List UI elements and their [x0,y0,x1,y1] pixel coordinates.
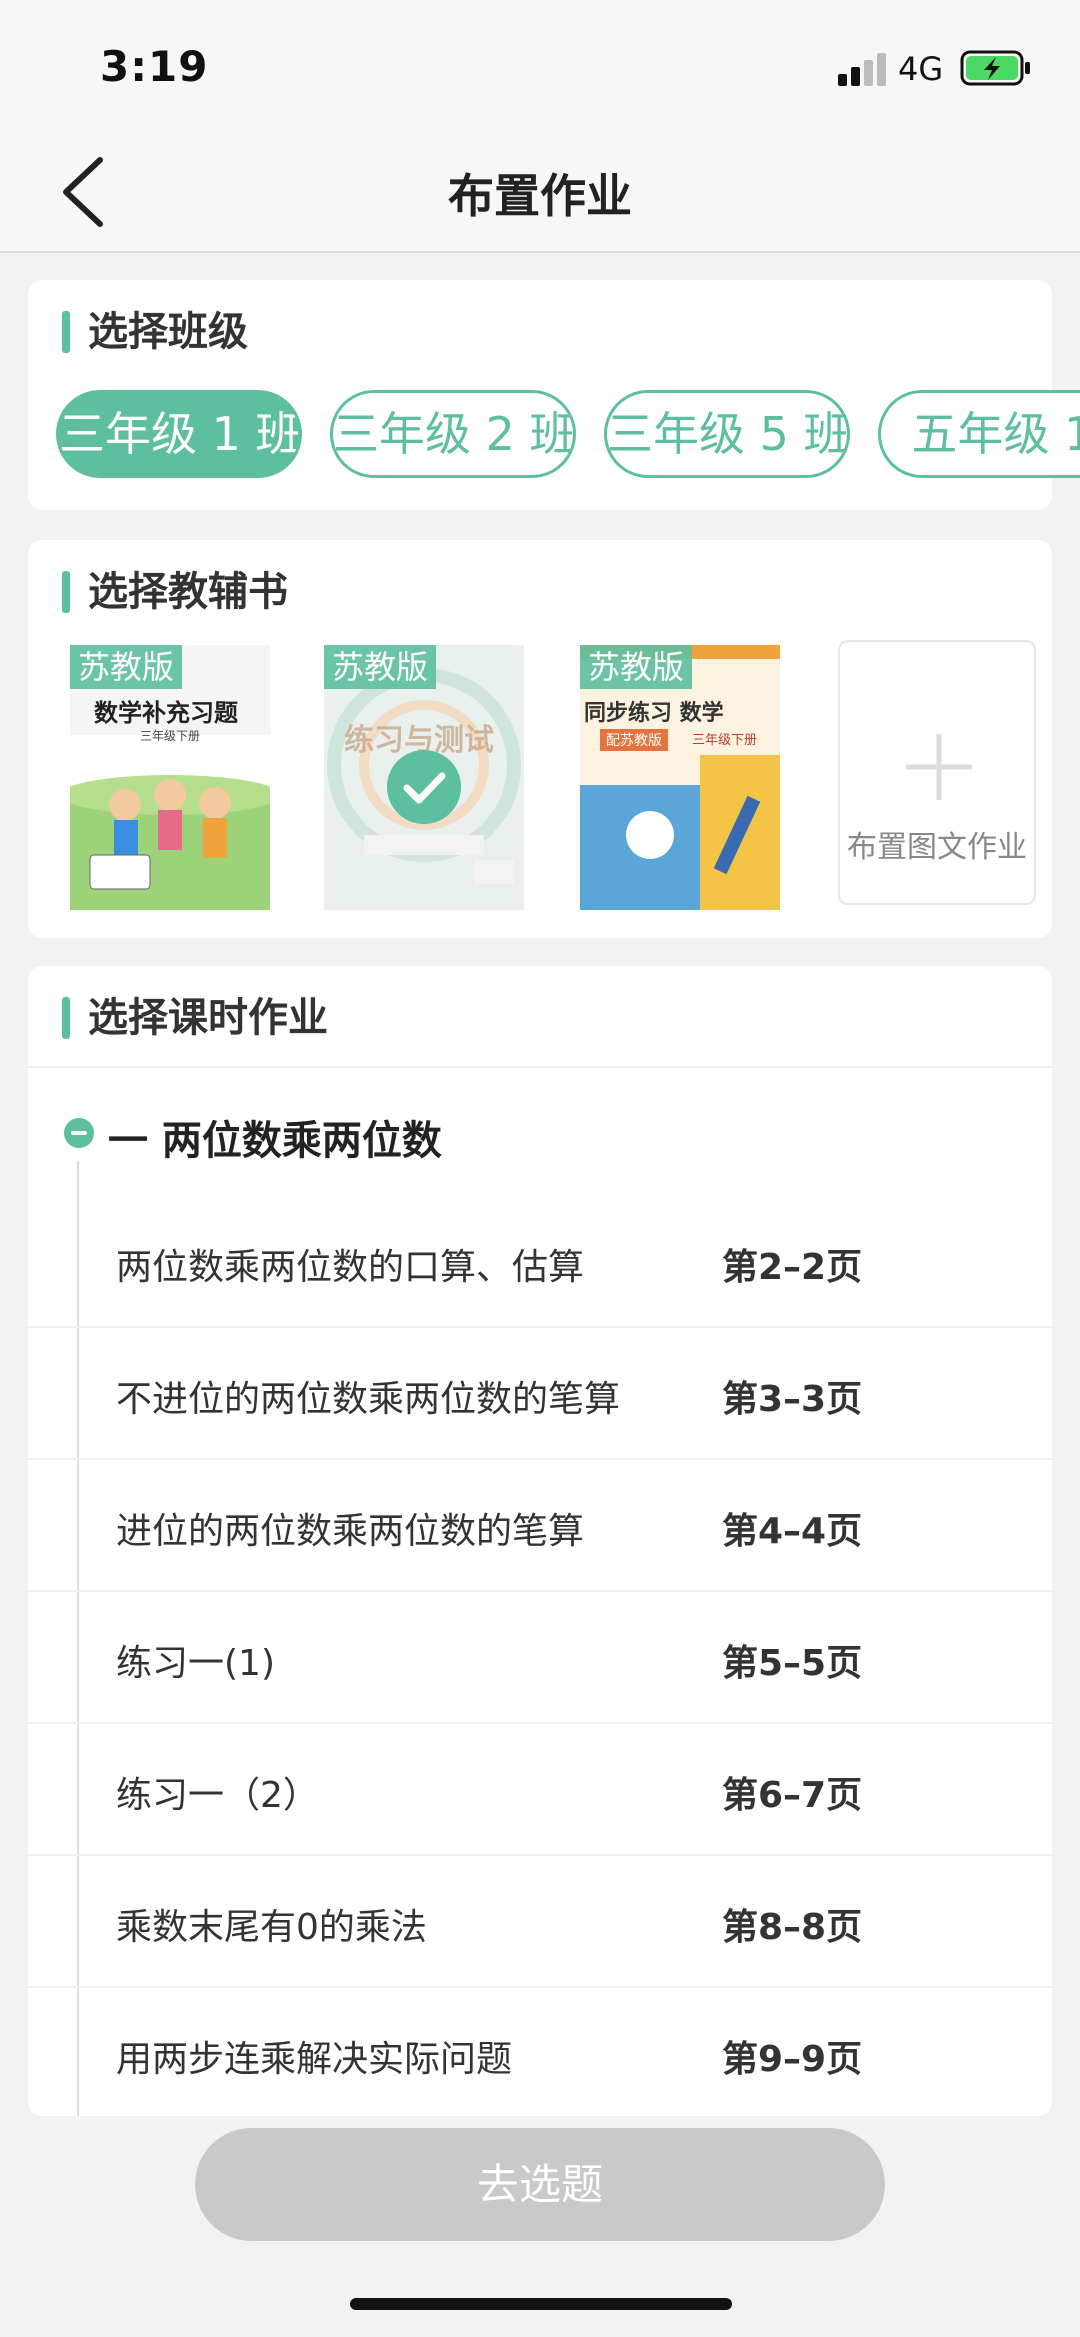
lesson-pages: 第8–8页 [722,1907,863,1948]
lesson-item[interactable]: 乘数末尾有0的乘法 第8–8页 [28,1856,1052,1988]
lesson-item[interactable]: 两位数乘两位数的口算、估算 第2–2页 [28,1196,1052,1328]
book-1[interactable]: 苏教版 数学补充习题 三年级下册 [70,645,270,910]
page-title: 布置作业 [448,169,632,223]
lesson-name: 练习一（2） [116,1775,319,1816]
class-section: 选择班级 三年级 1 班 三年级 2 班 三年级 5 班 五年级 1 [28,280,1080,510]
add-image-text-homework-button[interactable]: 布置图文作业 [838,640,1036,905]
lesson-name: 进位的两位数乘两位数的笔算 [116,1511,585,1552]
book-section: 选择教辅书 苏教版 数学补充习题 三年级下册 苏教版 练习与测试 苏教版 同步练… [28,540,1052,938]
checkmark-icon [387,750,461,824]
lesson-item[interactable]: 不进位的两位数乘两位数的笔算 第3–3页 [28,1328,1052,1460]
lesson-section-title: 选择课时作业 [62,994,328,1042]
class-list[interactable]: 三年级 1 班 三年级 2 班 三年级 5 班 五年级 1 [56,390,1080,480]
book-cover-tag: 配苏教版 [600,729,668,751]
status-time: 3:19 [100,42,209,91]
book-3[interactable]: 苏教版 同步练习 数学 配苏教版 三年级下册 [580,645,780,910]
lesson-item[interactable]: 练习一（2） 第6–7页 [28,1724,1052,1856]
lesson-name: 练习一(1) [116,1643,275,1684]
go-select-questions-button[interactable]: 去选题 [195,2128,885,2241]
lesson-pages: 第9–9页 [722,2039,863,2080]
class-pill-1[interactable]: 三年级 1 班 [56,390,302,478]
lesson-item[interactable]: 进位的两位数乘两位数的笔算 第4–4页 [28,1460,1052,1592]
book-cover-title: 数学补充习题 [94,699,238,727]
book-cover-subtitle: 三年级下册 [692,733,758,748]
lesson-name: 两位数乘两位数的口算、估算 [116,1247,585,1288]
class-pill-2[interactable]: 三年级 2 班 [330,390,576,478]
book-2[interactable]: 苏教版 练习与测试 [324,645,524,910]
lesson-pages: 第2–2页 [722,1247,863,1288]
lesson-pages: 第5–5页 [722,1643,863,1684]
unit-title[interactable]: 一 两位数乘两位数 [108,1108,442,1166]
network-type: 4G [898,50,944,88]
book-section-title: 选择教辅书 [62,568,288,616]
collapse-minus-icon[interactable] [64,1118,94,1148]
lesson-name: 乘数末尾有0的乘法 [116,1907,427,1948]
signal-bars-icon [838,52,888,86]
navigation-bar: 布置作业 [0,130,1080,253]
status-bar: 3:19 4G [0,0,1080,130]
add-homework-label: 布置图文作业 [847,830,1027,865]
class-section-title: 选择班级 [62,308,248,356]
class-pill-4[interactable]: 五年级 1 [878,390,1080,478]
book-badge: 苏教版 [70,645,183,689]
lesson-pages: 第6–7页 [722,1775,863,1816]
lesson-item[interactable]: 练习一(1) 第5–5页 [28,1592,1052,1724]
home-indicator[interactable] [350,2298,732,2310]
lesson-name: 用两步连乘解决实际问题 [116,2039,513,2080]
book-badge: 苏教版 [324,645,437,689]
lesson-pages: 第4–4页 [722,1511,863,1552]
book-cover-title: 同步练习 数学 [584,701,724,726]
lesson-item[interactable]: 用两步连乘解决实际问题 第9–9页 [28,1988,1052,2116]
lesson-pages: 第3–3页 [722,1379,863,1420]
lesson-name: 不进位的两位数乘两位数的笔算 [116,1379,621,1420]
battery-charging-icon [960,50,1030,86]
book-cover-subtitle: 三年级下册 [140,729,201,743]
plus-icon [906,734,972,800]
divider [28,1066,1052,1068]
class-pill-3[interactable]: 三年级 5 班 [604,390,850,478]
book-badge: 苏教版 [580,645,693,689]
lesson-section: 选择课时作业 一 两位数乘两位数 两位数乘两位数的口算、估算 第2–2页 不进位… [28,966,1052,2116]
